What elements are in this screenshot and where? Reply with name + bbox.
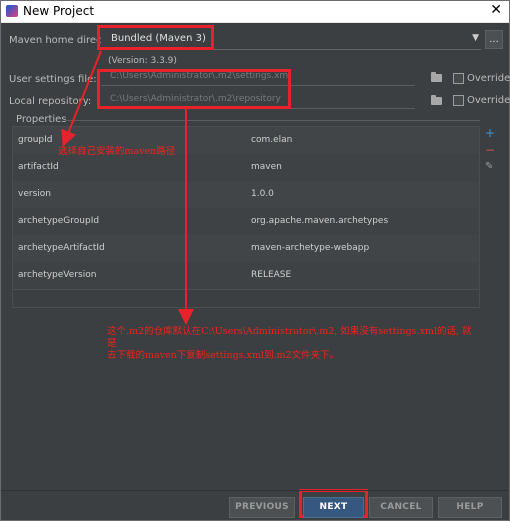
button-bar-divider [1, 490, 509, 491]
next-button[interactable]: NEXT [303, 497, 364, 518]
new-project-dialog: New Project ✕ Maven home directory Bundl… [0, 0, 510, 521]
cancel-button[interactable]: CANCEL [369, 497, 433, 518]
annotation-maven-path: 选择自己安装的maven路径 [58, 146, 176, 157]
annotation-arrow-1 [61, 50, 102, 147]
annotation-m2-line3: 去下载的maven下复制settings.xml到.m2文件夹下。 [107, 350, 340, 361]
annotation-arrows [61, 50, 194, 325]
help-button[interactable]: HELP [438, 497, 502, 518]
annotation-m2-line2: 是 [107, 338, 117, 349]
annotation-m2-line1: 这个.m2的仓库默认在C:\Users\Administrator\.m2, 如… [107, 326, 472, 337]
previous-button[interactable]: PREVIOUS [229, 497, 295, 518]
